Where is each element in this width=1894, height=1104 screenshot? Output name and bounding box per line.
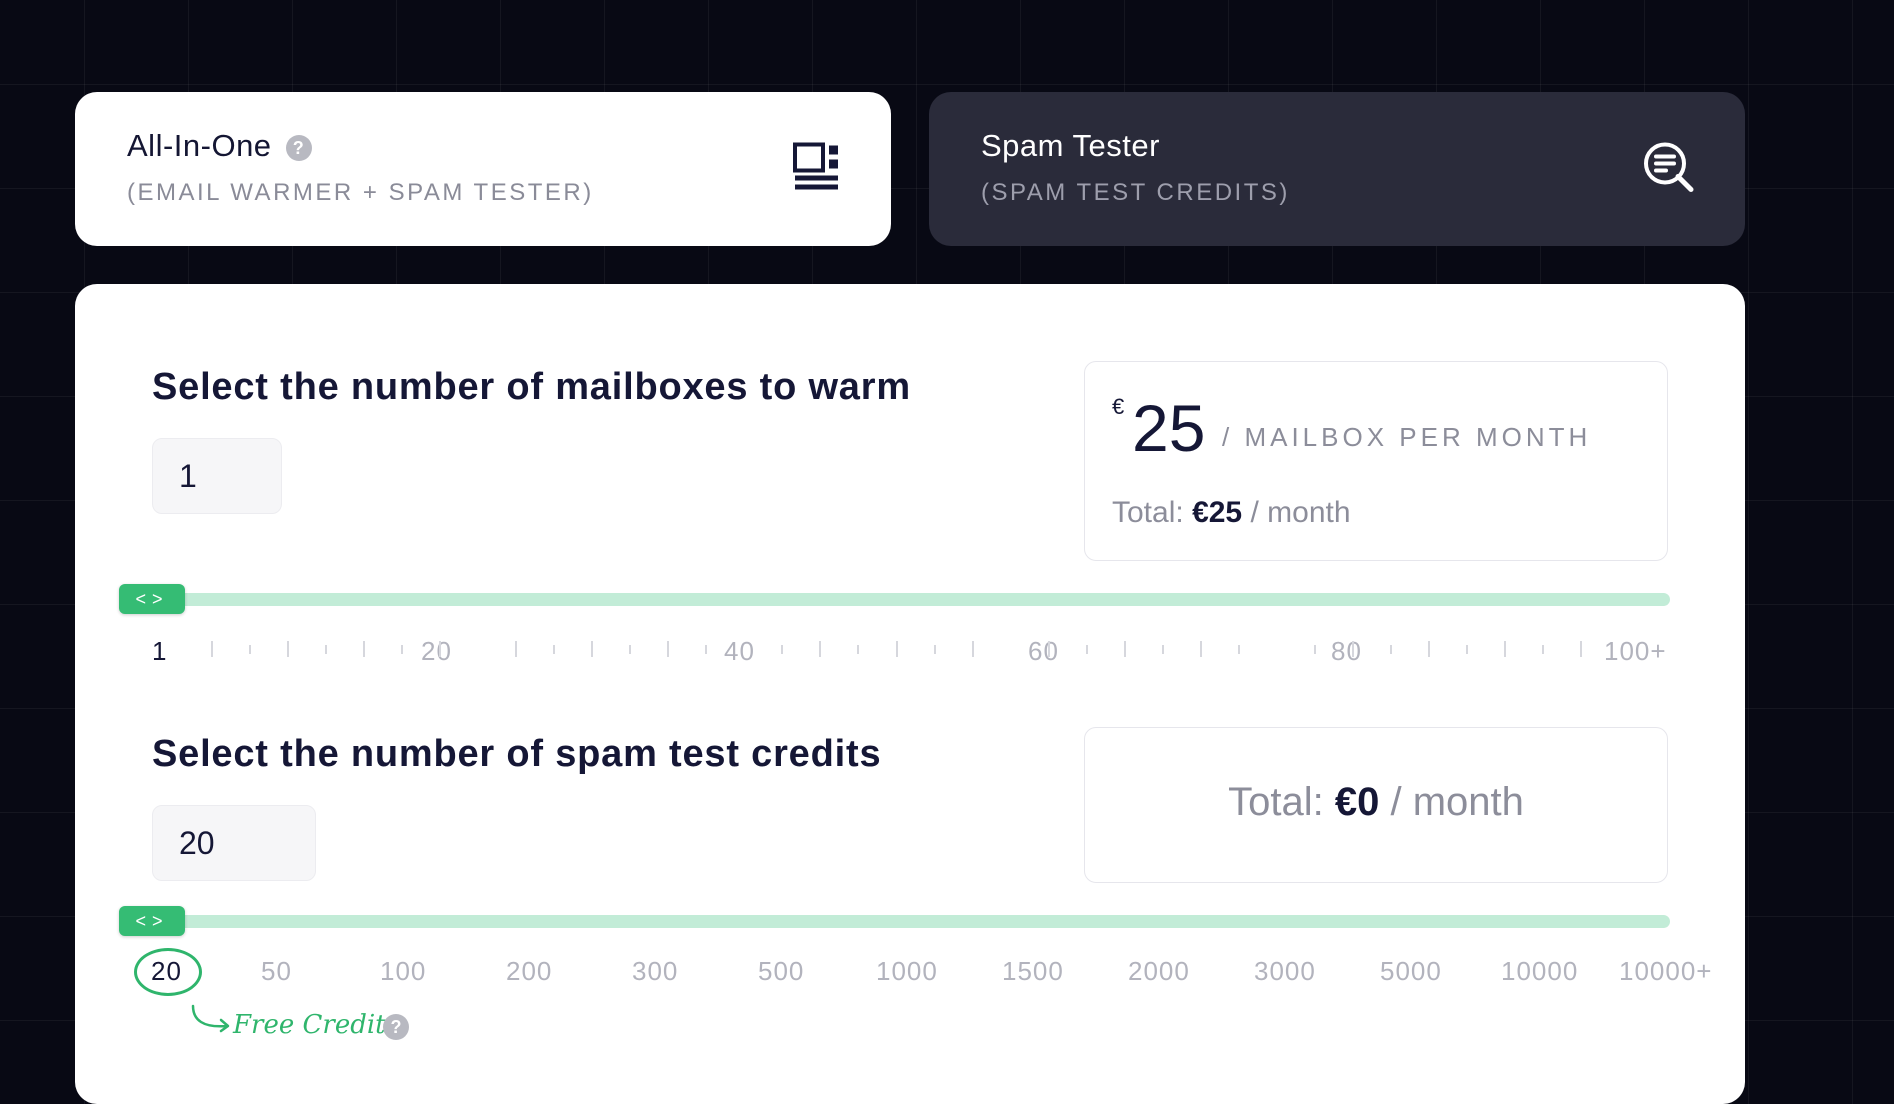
tick-label[interactable]: 300	[632, 956, 678, 987]
credits-section-title: Select the number of spam test credits	[152, 733, 882, 775]
tick-label[interactable]: 1000	[876, 956, 938, 987]
slider-tick-mark	[629, 645, 631, 654]
slider-tick-mark	[1200, 641, 1202, 657]
tick-label[interactable]: 2000	[1128, 956, 1190, 987]
tab-spam-tester-subtitle: (SPAM TEST CREDITS)	[981, 179, 1290, 206]
slider-tick-mark	[325, 645, 327, 654]
tick-label[interactable]: 200	[506, 956, 552, 987]
credits-slider-handle[interactable]: <>	[119, 906, 185, 936]
price-currency: €	[1112, 394, 1125, 419]
tick-label[interactable]: 40	[724, 636, 755, 667]
slider-tick-mark	[1314, 645, 1316, 654]
slider-tick-mark	[591, 641, 593, 657]
tick-label[interactable]: 60	[1028, 636, 1059, 667]
mailboxes-input[interactable]: 1	[152, 438, 282, 514]
tick-label[interactable]: 10000	[1501, 956, 1578, 987]
tick-label[interactable]: 20	[421, 636, 452, 667]
slider-tick-mark	[1580, 641, 1582, 657]
slider-tick-mark	[401, 645, 403, 654]
slider-tick-mark	[1086, 645, 1088, 654]
tab-spam-tester[interactable]: Spam Tester (SPAM TEST CREDITS)	[929, 92, 1745, 246]
slider-tick-mark	[1048, 641, 1050, 657]
tick-label[interactable]: 500	[758, 956, 804, 987]
slider-tick-mark	[211, 641, 213, 657]
slider-tick-mark	[1238, 645, 1240, 654]
slider-tick-mark	[1504, 641, 1506, 657]
slider-tick-mark	[896, 641, 898, 657]
mailboxes-slider-track[interactable]	[119, 593, 1670, 606]
slider-tick-mark	[781, 645, 783, 654]
search-document-icon	[1641, 140, 1695, 199]
price-unit-label: / MAILBOX PER MONTH	[1222, 422, 1592, 452]
tick-label[interactable]: 3000	[1254, 956, 1316, 987]
tab-all-in-one-title: All-In-One?	[127, 128, 312, 164]
tab-spam-tester-title: Spam Tester	[981, 128, 1160, 163]
slider-tick-mark	[439, 641, 441, 657]
credits-price-box: Total: €0 / month	[1084, 727, 1668, 883]
slider-tick-mark	[1428, 641, 1430, 657]
credits-input[interactable]: 20	[152, 805, 316, 881]
slider-tick-mark	[287, 641, 289, 657]
mailbox-total: Total: €25 / month	[1112, 496, 1351, 529]
tick-label[interactable]: 10000+	[1619, 956, 1712, 987]
mailboxes-slider-handle[interactable]: <>	[119, 584, 185, 614]
tab-all-in-one[interactable]: All-In-One? (EMAIL WARMER + SPAM TESTER)	[75, 92, 891, 246]
tab-all-in-one-subtitle: (EMAIL WARMER + SPAM TESTER)	[127, 179, 594, 206]
free-credits-label: Free Credits	[233, 1010, 399, 1040]
credits-slider-track[interactable]	[119, 915, 1670, 928]
pricing-panel: Select the number of mailboxes to warm 1…	[75, 284, 1745, 1104]
tick-label[interactable]: 1500	[1002, 956, 1064, 987]
slider-tick-mark	[1124, 641, 1126, 657]
credits-total: Total: €0 / month	[1228, 780, 1524, 824]
price-per-mailbox: 25	[1132, 391, 1206, 465]
slider-tick-mark	[1352, 641, 1354, 657]
slider-tick-mark	[1542, 645, 1544, 654]
slider-tick-mark	[705, 645, 707, 654]
help-icon[interactable]: ?	[383, 1014, 409, 1040]
tick-label[interactable]: 80	[1331, 636, 1362, 667]
tick-label[interactable]: 1	[152, 636, 167, 667]
slider-tick-mark	[1466, 645, 1468, 654]
tick-label[interactable]: 5000	[1380, 956, 1442, 987]
dashboard-icon	[793, 142, 841, 196]
mailboxes-section-title: Select the number of mailboxes to warm	[152, 366, 911, 408]
slider-tick-mark	[515, 641, 517, 657]
slider-tick-mark	[1162, 645, 1164, 654]
slider-tick-mark	[1390, 645, 1392, 654]
tick-label[interactable]: 50	[261, 956, 292, 987]
slider-tick-mark	[972, 641, 974, 657]
mailbox-price-box: € 25 / MAILBOX PER MONTH Total: €25 / mo…	[1084, 361, 1668, 561]
slider-tick-mark	[819, 641, 821, 657]
slider-tick-mark	[934, 645, 936, 654]
slider-tick-mark	[249, 645, 251, 654]
slider-tick-mark	[363, 641, 365, 657]
tick-label[interactable]: 100+	[1604, 636, 1667, 667]
help-icon[interactable]: ?	[285, 134, 312, 161]
slider-tick-mark	[667, 641, 669, 657]
slider-tick-mark	[857, 645, 859, 654]
tick-label[interactable]: 20	[151, 956, 182, 987]
curved-arrow-icon	[189, 1004, 233, 1039]
tick-label[interactable]: 100	[380, 956, 426, 987]
slider-tick-mark	[553, 645, 555, 654]
